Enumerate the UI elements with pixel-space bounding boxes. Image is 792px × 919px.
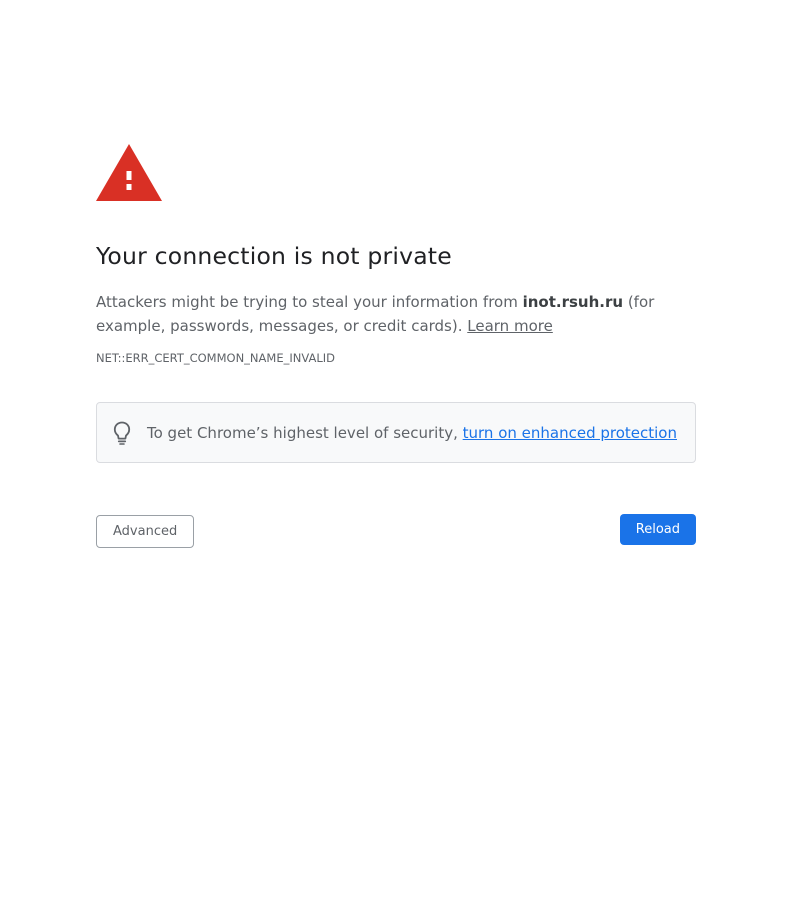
lightbulb-icon	[113, 421, 131, 445]
page-title: Your connection is not private	[96, 242, 452, 270]
interstitial-container: Your connection is not private Attackers…	[96, 144, 696, 548]
learn-more-link[interactable]: Learn more	[467, 317, 553, 335]
promo-message: To get Chrome’s highest level of securit…	[147, 423, 463, 442]
error-code: NET::ERR_CERT_COMMON_NAME_INVALID	[96, 351, 335, 365]
reload-button[interactable]: Reload	[619, 514, 696, 545]
explanation-text: Attackers might be trying to steal your …	[96, 290, 696, 338]
advanced-button[interactable]: Advanced	[96, 515, 195, 548]
promo-text: To get Chrome’s highest level of securit…	[147, 423, 677, 443]
enhanced-protection-link[interactable]: turn on enhanced protection	[463, 424, 677, 442]
warning-triangle-icon	[96, 144, 162, 201]
host-name: inot.rsuh.ru	[522, 293, 624, 311]
button-row: Advanced Reload	[96, 514, 696, 548]
explanation-prefix: Attackers might be trying to steal your …	[96, 293, 523, 311]
enhanced-protection-promo: To get Chrome’s highest level of securit…	[96, 402, 696, 463]
